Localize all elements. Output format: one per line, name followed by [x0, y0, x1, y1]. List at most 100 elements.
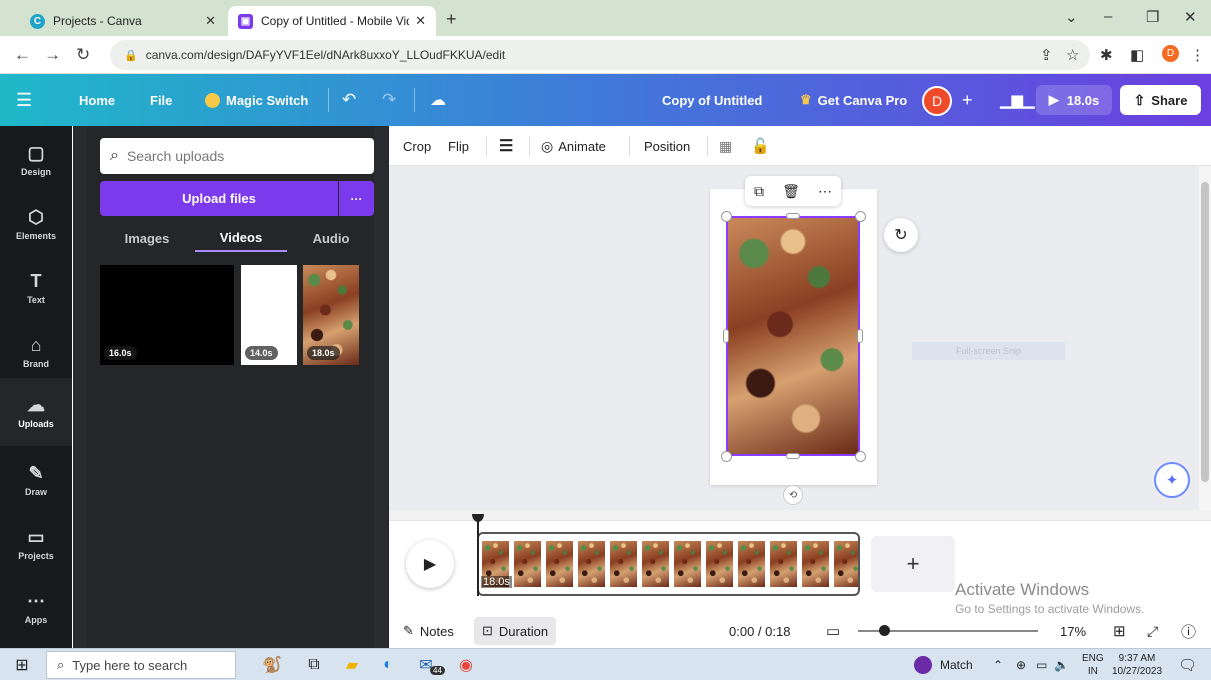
close-tab-icon[interactable]: ✕: [415, 13, 426, 29]
upload-more-button[interactable]: ···: [339, 181, 374, 216]
video-thumbnail[interactable]: 18.0s: [303, 265, 359, 365]
language-indicator[interactable]: ENG IN: [1082, 652, 1104, 678]
back-icon[interactable]: ←: [14, 45, 31, 65]
cloud-saved-icon[interactable]: ☁: [430, 74, 446, 126]
magic-assistant-icon[interactable]: ✦: [1154, 462, 1190, 498]
resize-handle[interactable]: [857, 329, 863, 343]
rotate-icon[interactable]: ⟲: [783, 485, 803, 505]
search-uploads-box[interactable]: ⌕: [100, 138, 374, 174]
tab-videos[interactable]: Videos: [195, 224, 287, 252]
invite-plus-icon[interactable]: +: [962, 74, 973, 126]
zoom-level[interactable]: 17%: [1060, 617, 1086, 645]
rail-item-draw[interactable]: ✎ Draw: [0, 450, 72, 510]
resize-handle[interactable]: [786, 213, 800, 219]
timeline-play-button[interactable]: ▶: [406, 540, 454, 588]
fullscreen-icon[interactable]: ⤢: [1147, 617, 1158, 645]
border-style-icon[interactable]: ☰: [499, 126, 513, 166]
match-widget[interactable]: Match: [914, 649, 973, 680]
zoom-slider-knob[interactable]: [879, 625, 890, 636]
redo-icon[interactable]: ↷: [382, 74, 396, 126]
help-icon[interactable]: ⓘ: [1181, 617, 1196, 645]
add-clip-button[interactable]: +: [871, 536, 955, 592]
resize-handle[interactable]: [721, 211, 732, 222]
canvas-scroll-thumb[interactable]: [1201, 182, 1209, 482]
rail-item-design[interactable]: ▢ Design: [0, 130, 72, 190]
minimize-icon[interactable]: –: [1104, 8, 1112, 25]
magic-switch-button[interactable]: Magic Switch: [205, 74, 308, 126]
resize-handle[interactable]: [855, 451, 866, 462]
bookmark-star-icon[interactable]: ☆: [1066, 46, 1079, 64]
chrome-icon[interactable]: ◉: [454, 653, 478, 677]
resize-handle[interactable]: [723, 329, 729, 343]
clock[interactable]: 9:37 AM 10/27/2023: [1112, 652, 1162, 678]
new-tab-icon[interactable]: +: [446, 9, 457, 30]
rail-scrollbar[interactable]: [73, 126, 87, 648]
rail-item-text[interactable]: T Text: [0, 258, 72, 318]
close-tab-icon[interactable]: ✕: [205, 13, 216, 29]
network-icon[interactable]: ⊕: [1016, 649, 1026, 680]
animate-button[interactable]: ◎ Animate: [541, 126, 606, 166]
tab-projects-canva[interactable]: C Projects - Canva ✕: [20, 6, 226, 36]
resize-handle[interactable]: [786, 453, 800, 459]
video-thumbnail[interactable]: 14.0s: [241, 265, 297, 365]
tab-audio[interactable]: Audio: [301, 224, 361, 252]
hamburger-menu-icon[interactable]: ☰: [16, 74, 32, 126]
rail-item-projects[interactable]: ▭ Projects: [0, 514, 72, 574]
forward-icon[interactable]: →: [44, 45, 61, 65]
edge-browser-icon[interactable]: ◐: [376, 653, 400, 677]
regenerate-icon[interactable]: ↻: [884, 218, 918, 252]
rail-item-apps[interactable]: ⋯ Apps: [0, 578, 72, 638]
video-thumbnail[interactable]: 16.0s: [100, 265, 234, 365]
resize-handle[interactable]: [855, 211, 866, 222]
duration-button[interactable]: ⊡ Duration: [474, 617, 557, 645]
home-button[interactable]: Home: [79, 74, 115, 126]
insights-chart-icon[interactable]: ▁▆▁: [1000, 74, 1035, 126]
position-button[interactable]: Position: [644, 126, 690, 166]
share-page-icon[interactable]: ⇪: [1040, 46, 1053, 64]
duplicate-icon[interactable]: ⧉: [754, 183, 764, 200]
crop-button[interactable]: Crop: [403, 126, 431, 166]
tray-show-hidden-icon[interactable]: ⌃: [993, 649, 1003, 680]
search-uploads-input[interactable]: [126, 148, 347, 164]
tab-copy-of-untitled[interactable]: ▣ Copy of Untitled - Mobile Video ✕: [228, 6, 436, 36]
rail-item-elements[interactable]: ⬡ Elements: [0, 194, 72, 254]
timeline-clip[interactable]: [477, 532, 860, 596]
undo-icon[interactable]: ↶: [342, 74, 356, 126]
canvas-horizontal-scrollbar[interactable]: [389, 510, 1211, 520]
grid-view-icon[interactable]: ⊞: [1113, 617, 1126, 645]
taskbar-search[interactable]: ⌕ Type here to search: [46, 651, 236, 679]
windows-start-icon[interactable]: ⊞: [10, 653, 34, 677]
volume-icon[interactable]: 🔈: [1054, 649, 1069, 680]
task-view-icon[interactable]: ⧉: [302, 653, 326, 677]
notes-button[interactable]: ✎ Notes: [403, 617, 454, 645]
flip-button[interactable]: Flip: [448, 126, 469, 166]
reload-icon[interactable]: ↻: [76, 45, 90, 65]
restore-icon[interactable]: ❐: [1146, 8, 1159, 26]
cortana-widget-icon[interactable]: 🐒: [260, 653, 284, 677]
playhead[interactable]: [477, 516, 479, 596]
tab-images[interactable]: Images: [113, 224, 181, 252]
rail-item-brand[interactable]: ⌂ Brand: [0, 322, 72, 382]
extensions-puzzle-icon[interactable]: ✱: [1100, 46, 1113, 64]
lock-icon[interactable]: 🔓: [751, 126, 770, 166]
tab-search-icon[interactable]: ⌄: [1065, 8, 1078, 26]
file-explorer-icon[interactable]: ▰: [340, 653, 364, 677]
battery-icon[interactable]: ▭: [1036, 649, 1047, 680]
user-avatar[interactable]: D: [922, 86, 952, 116]
browser-profile-avatar[interactable]: D: [1162, 45, 1179, 62]
upload-files-button[interactable]: Upload files: [100, 181, 338, 216]
present-play-button[interactable]: ▶ 18.0s: [1036, 85, 1112, 115]
rail-item-uploads[interactable]: ☁ Uploads: [0, 378, 72, 446]
url-field[interactable]: 🔒 canva.com/design/DAFyYVF1Eel/dNArk8uxx…: [110, 40, 1090, 70]
more-options-icon[interactable]: ⋯: [818, 183, 832, 200]
share-button[interactable]: ⇧ Share: [1120, 85, 1201, 115]
side-panel-icon[interactable]: ◧: [1130, 46, 1144, 64]
get-canva-pro-button[interactable]: ♛ Get Canva Pro: [800, 74, 907, 126]
chrome-menu-icon[interactable]: ⋮: [1190, 46, 1205, 64]
trash-icon[interactable]: 🗑: [782, 183, 800, 200]
selected-video-element[interactable]: [726, 216, 860, 456]
timeline-toggle-icon[interactable]: ▭: [826, 617, 840, 645]
document-title[interactable]: Copy of Untitled: [662, 74, 762, 126]
resize-handle[interactable]: [721, 451, 732, 462]
file-menu-button[interactable]: File: [150, 74, 172, 126]
